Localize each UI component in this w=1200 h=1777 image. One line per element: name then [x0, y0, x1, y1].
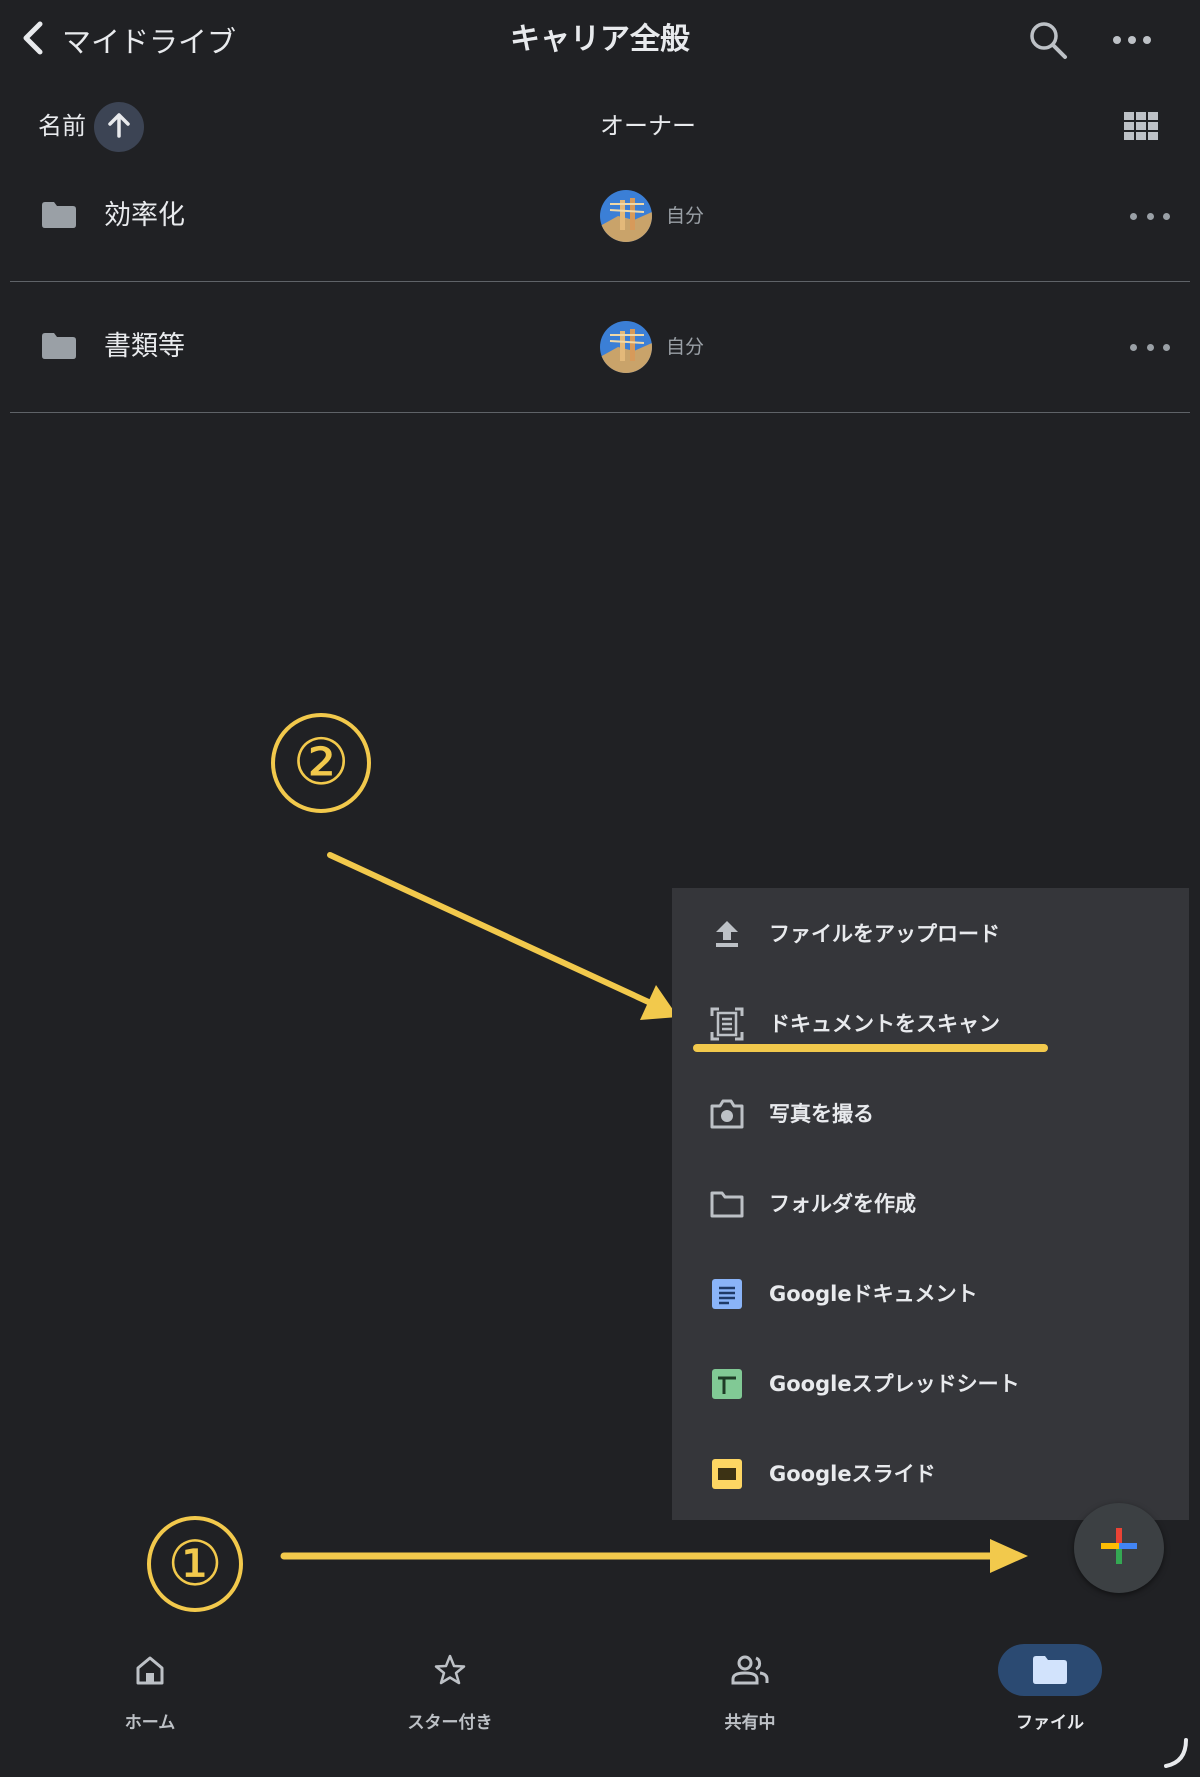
upload-icon [710, 917, 744, 951]
people-icon [728, 1650, 772, 1690]
new-item-fab[interactable] [1074, 1503, 1164, 1593]
file-row[interactable]: 効率化 自分 [10, 151, 1190, 281]
folder-icon [42, 202, 76, 228]
menu-item-google-sheets[interactable]: Googleスプレッドシート [672, 1338, 1189, 1428]
file-name: 効率化 [104, 200, 185, 231]
more-icon[interactable] [1130, 337, 1170, 357]
menu-item-label: Googleドキュメント [769, 1282, 978, 1306]
menu-item-upload[interactable]: ファイルをアップロード [672, 888, 1189, 978]
menu-item-scan[interactable]: ドキュメントをスキャン [672, 978, 1189, 1068]
google-sheets-icon [710, 1367, 744, 1401]
owner-label: 自分 [666, 336, 705, 358]
menu-item-label: 写真を撮る [769, 1102, 874, 1126]
nav-files[interactable]: ファイル [900, 1640, 1200, 1750]
scan-document-icon [710, 1007, 744, 1041]
arrow-up-icon [107, 112, 131, 142]
more-icon[interactable] [1130, 206, 1170, 226]
new-item-menu: ファイルをアップロード ドキュメントをスキャン 写真を撮る フォルダを作成 Go… [672, 888, 1189, 1520]
page-title: キャリア全般 [510, 22, 690, 57]
nav-label: 共有中 [724, 1713, 776, 1733]
nav-home[interactable]: ホーム [0, 1640, 300, 1750]
nav-starred[interactable]: スター付き [300, 1640, 600, 1750]
menu-item-label: Googleスライド [769, 1462, 936, 1486]
nav-label: ファイル [1016, 1713, 1084, 1733]
column-owner: オーナー [600, 112, 696, 140]
annotation-arrow [280, 1539, 1028, 1573]
highlight-underline [693, 1044, 1048, 1052]
file-row[interactable]: 書類等 自分 [10, 282, 1190, 412]
step-2-annotation: ② [266, 708, 376, 818]
menu-item-camera[interactable]: 写真を撮る [672, 1068, 1189, 1158]
menu-item-label: ドキュメントをスキャン [769, 1012, 1000, 1036]
swipe-indicator-icon [1164, 1738, 1188, 1768]
nav-shared[interactable]: 共有中 [600, 1640, 900, 1750]
menu-item-label: Googleスプレッドシート [769, 1372, 1020, 1396]
nav-label: ホーム [124, 1713, 176, 1733]
sort-button[interactable] [94, 102, 144, 152]
step-2-number: ② [292, 726, 350, 800]
plus-icon [1099, 1526, 1139, 1570]
menu-item-label: フォルダを作成 [769, 1192, 916, 1216]
search-icon[interactable] [1024, 16, 1072, 64]
menu-item-new-folder[interactable]: フォルダを作成 [672, 1158, 1189, 1248]
menu-item-google-docs[interactable]: Googleドキュメント [672, 1248, 1189, 1338]
home-icon [130, 1650, 170, 1690]
star-icon [430, 1650, 470, 1690]
divider [10, 412, 1190, 413]
nav-label: スター付き [407, 1713, 493, 1733]
folder-outline-icon [710, 1187, 744, 1221]
more-horizontal-icon[interactable] [1108, 24, 1156, 56]
folder-icon [42, 333, 76, 359]
file-name: 書類等 [104, 331, 185, 362]
grid-view-icon[interactable] [1124, 112, 1158, 140]
camera-icon [710, 1097, 744, 1131]
column-name[interactable]: 名前 [38, 104, 86, 148]
step-1-annotation: ① [143, 1512, 247, 1616]
avatar [600, 321, 652, 373]
menu-item-label: ファイルをアップロード [769, 922, 1000, 946]
folder-filled-icon [998, 1644, 1102, 1696]
step-1-number: ① [167, 1527, 223, 1600]
annotation-arrow [327, 852, 678, 1020]
google-docs-icon [710, 1277, 744, 1311]
google-slides-icon [710, 1457, 744, 1491]
owner-label: 自分 [666, 205, 705, 227]
avatar [600, 190, 652, 242]
